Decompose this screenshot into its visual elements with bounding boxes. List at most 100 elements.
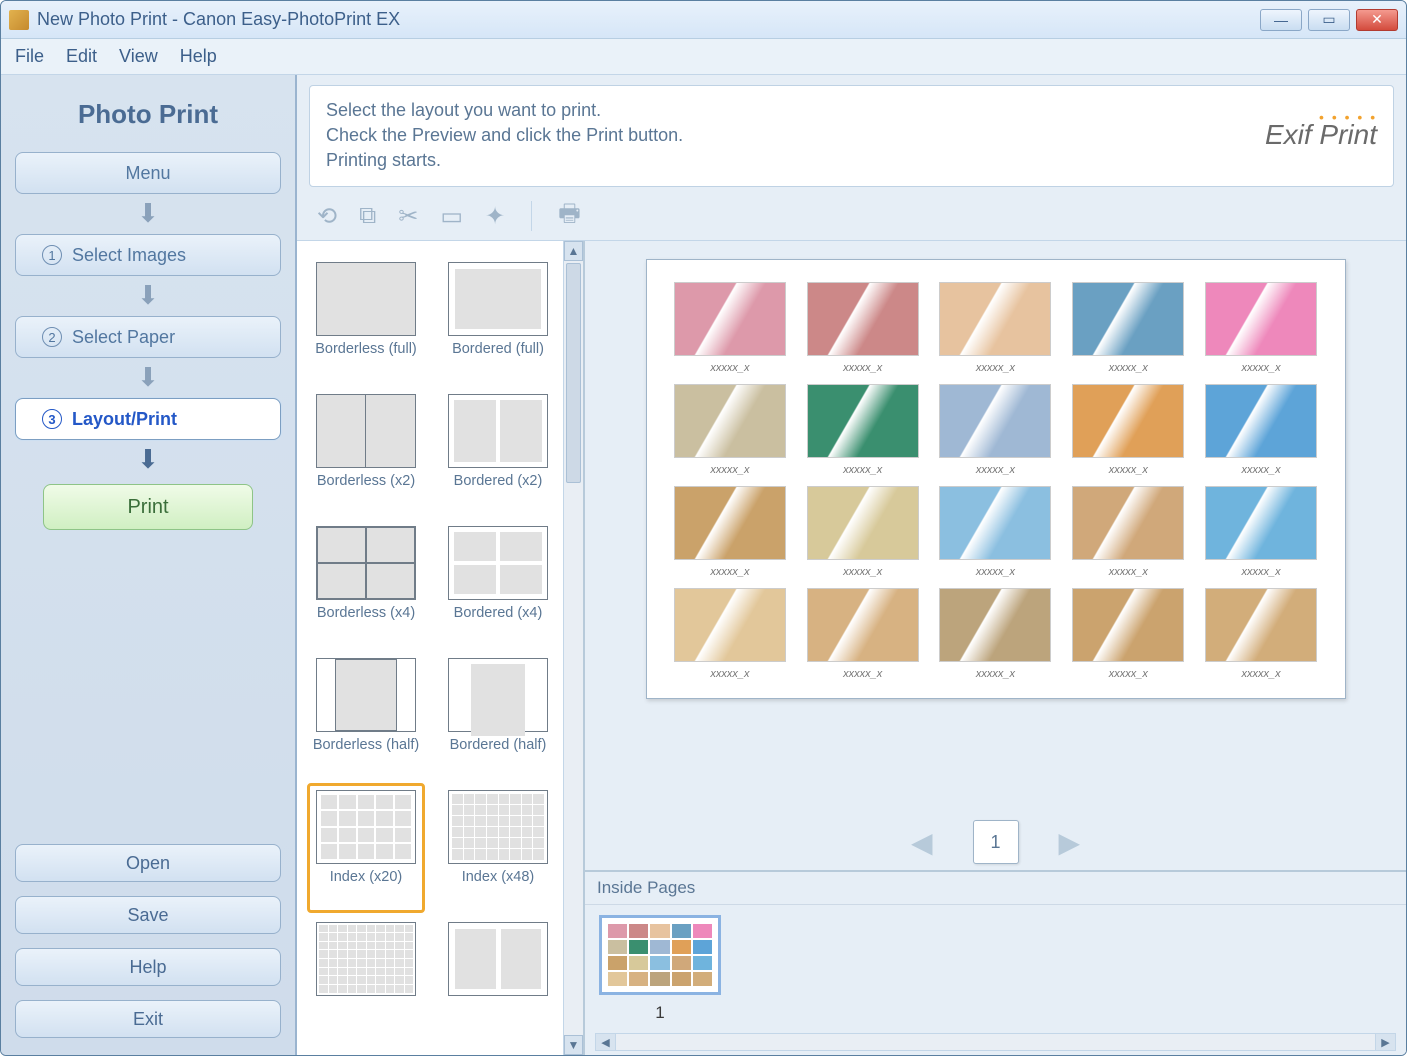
layout-index-x80[interactable] [307,915,425,1005]
nav-step2-button[interactable]: 2Select Paper [15,316,281,358]
preview-photo [1205,486,1317,560]
step3-label: Layout/Print [72,409,177,430]
preview-photo-caption: xxxxx_x [1109,362,1148,374]
hscroll-right-icon[interactable]: ▶ [1375,1034,1395,1050]
layout-bordered-x2[interactable]: Bordered (x2) [439,387,557,517]
preview-photo [1072,588,1184,662]
layout-borderless-full[interactable]: Borderless (full) [307,255,425,385]
preview-photo [674,384,786,458]
scroll-thumb[interactable] [566,263,581,483]
preview-photo-cell: xxxxx_x [938,486,1053,578]
menu-edit[interactable]: Edit [66,46,97,67]
arrow-down-icon: ⬇ [137,364,159,390]
layout-bordered-x4[interactable]: Bordered (x4) [439,519,557,649]
tool-print-settings-icon[interactable]: 🖶 [558,196,581,237]
app-icon [9,10,29,30]
preview-photo-caption: xxxxx_x [843,362,882,374]
instr-line1: Select the layout you want to print. [326,98,683,123]
inside-pages-panel: Inside Pages 1 ◀ ▶ [585,870,1406,1055]
nav-menu-button[interactable]: Menu [15,152,281,194]
preview-photo-caption: xxxxx_x [710,566,749,578]
instr-line2: Check the Preview and click the Print bu… [326,123,683,148]
preview-photo-caption: xxxxx_x [976,566,1015,578]
layout-index-x48[interactable]: Index (x48) [439,783,557,913]
minimize-button[interactable]: — [1260,9,1302,31]
preview-photo-cell: xxxxx_x [1204,384,1319,476]
exit-button[interactable]: Exit [15,1000,281,1038]
menu-file[interactable]: File [15,46,44,67]
pager-prev-icon[interactable]: ◀ [911,826,933,859]
arrow-down-icon: ⬇ [137,282,159,308]
layout-scrollbar[interactable]: ▲ ▼ [563,241,583,1055]
layout-label: Bordered (half) [450,736,547,772]
preview-photo-caption: xxxxx_x [976,668,1015,680]
preview-photo-caption: xxxxx_x [976,464,1015,476]
maximize-button[interactable]: ▭ [1308,9,1350,31]
layout-label: Index (x20) [330,868,403,904]
layout-borderless-x2[interactable]: Borderless (x2) [307,387,425,517]
preview-photo [1205,384,1317,458]
instructions-text: Select the layout you want to print. Che… [326,98,683,174]
tool-frame-icon[interactable]: ▭ [440,202,463,231]
inside-pages-header: Inside Pages [585,872,1406,905]
preview-pager: ◀ 1 ▶ [585,814,1406,870]
preview-photo-grid: xxxxx_xxxxxx_xxxxxx_xxxxxx_xxxxxx_xxxxxx… [673,282,1319,680]
step1-label: Select Images [72,245,186,266]
arrow-down-icon: ⬇ [137,200,159,226]
open-button[interactable]: Open [15,844,281,882]
layout-bordered-full[interactable]: Bordered (full) [439,255,557,385]
print-label: Print [127,496,168,519]
tool-duplicate-icon[interactable]: ⧉ [359,202,376,230]
preview-photo-cell: xxxxx_x [673,384,788,476]
nav-step1-button[interactable]: 1Select Images [15,234,281,276]
menu-view[interactable]: View [119,46,158,67]
pager-next-icon[interactable]: ▶ [1059,826,1081,859]
layout-borderless-x4[interactable]: Borderless (x4) [307,519,425,649]
preview-photo-caption: xxxxx_x [843,464,882,476]
inside-hscrollbar[interactable]: ◀ ▶ [595,1033,1396,1051]
layout-label: Index (x48) [462,868,535,904]
exit-label: Exit [133,1009,163,1030]
menu-help[interactable]: Help [180,46,217,67]
preview-photo-cell: xxxxx_x [938,384,1053,476]
hscroll-left-icon[interactable]: ◀ [596,1034,616,1050]
preview-photo-caption: xxxxx_x [843,668,882,680]
layout-label: Borderless (half) [313,736,419,772]
nav-step3-button[interactable]: 3Layout/Print [15,398,281,440]
tool-rotate-icon[interactable]: ⟲ [317,202,337,231]
layout-borderless-half[interactable]: Borderless (half) [307,651,425,781]
client-area: Photo Print Menu ⬇ 1Select Images ⬇ 2Sel… [1,75,1406,1055]
close-button[interactable]: ✕ [1356,9,1398,31]
layout-index-x20[interactable]: Index (x20) [307,783,425,913]
tool-effects-icon[interactable]: ✦ [485,202,505,231]
preview-photo-cell: xxxxx_x [1071,384,1186,476]
scroll-up-icon[interactable]: ▲ [564,241,583,261]
preview-photo [939,282,1051,356]
scroll-track[interactable] [564,261,583,1035]
save-label: Save [127,905,168,926]
nav-menu-label: Menu [125,163,170,184]
layout-extra[interactable] [439,915,557,1005]
preview-photo [939,486,1051,560]
arrow-down-icon: ⬇ [137,446,159,472]
preview-photo-cell: xxxxx_x [805,486,920,578]
preview-photo [1205,588,1317,662]
layout-grid: Borderless (full) Bordered (full) Border… [307,255,557,1005]
print-button[interactable]: Print [43,484,253,530]
scroll-down-icon[interactable]: ▼ [564,1035,583,1055]
preview-photo-cell: xxxxx_x [938,588,1053,680]
save-button[interactable]: Save [15,896,281,934]
toolbar: ⟲ ⧉ ✂ ▭ ✦ 🖶 [297,193,1406,241]
inside-page-thumbnail[interactable]: 1 [599,915,721,1023]
preview-panel: xxxxx_xxxxxx_xxxxxx_xxxxxx_xxxxxx_xxxxxx… [585,241,1406,1055]
pager-current[interactable]: 1 [973,820,1019,864]
preview-photo [674,588,786,662]
preview-photo-caption: xxxxx_x [710,362,749,374]
layout-label: Borderless (x4) [317,604,415,640]
preview-photo [807,588,919,662]
tool-crop-icon[interactable]: ✂ [398,202,418,231]
layout-bordered-half[interactable]: Bordered (half) [439,651,557,781]
hscroll-track[interactable] [616,1034,1375,1050]
preview-photo [1072,282,1184,356]
help-button[interactable]: Help [15,948,281,986]
